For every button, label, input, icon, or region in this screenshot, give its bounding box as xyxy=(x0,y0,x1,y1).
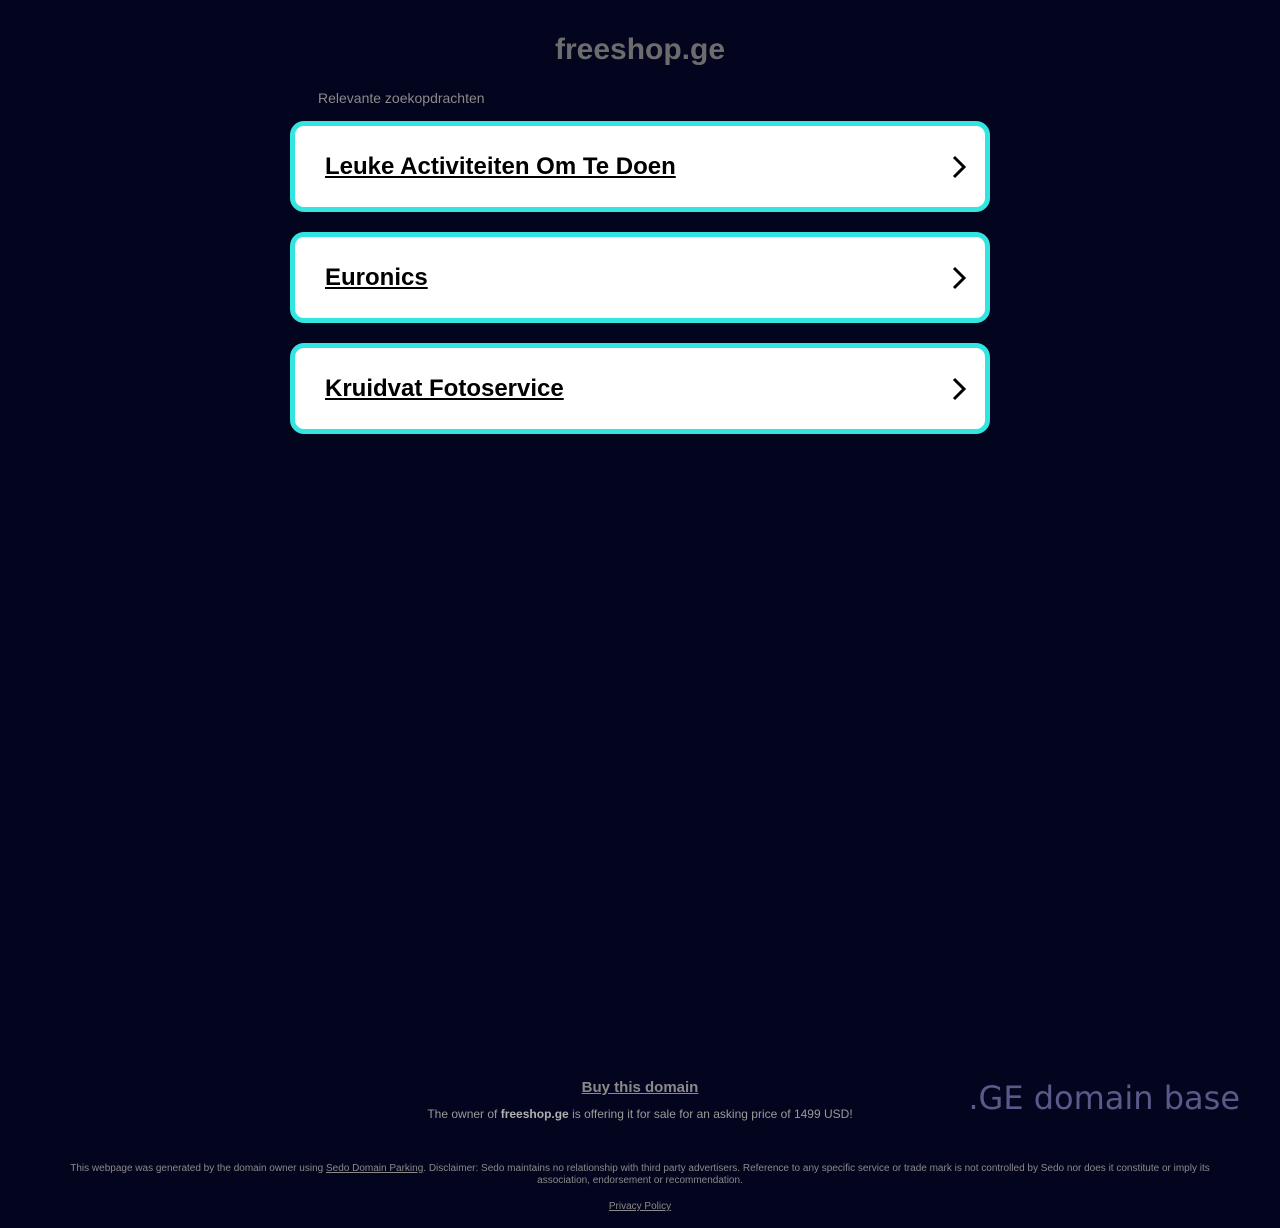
disclaimer-before: This webpage was generated by the domain… xyxy=(70,1163,326,1174)
related-search-item[interactable]: Kruidvat Fotoservice xyxy=(290,343,990,434)
sale-text-after: is offering it for sale for an asking pr… xyxy=(568,1107,853,1121)
disclaimer: This webpage was generated by the domain… xyxy=(60,1163,1220,1187)
chevron-right-icon xyxy=(947,153,971,181)
sale-domain: freeshop.ge xyxy=(500,1107,569,1121)
chevron-right-icon xyxy=(947,375,971,403)
chevron-right-icon xyxy=(947,264,971,292)
sale-text-before: The owner of xyxy=(427,1107,501,1121)
related-search-label[interactable]: Leuke Activiteiten Om Te Doen xyxy=(325,152,676,182)
related-search-item[interactable]: Leuke Activiteiten Om Te Doen xyxy=(290,121,990,212)
privacy-policy-link[interactable]: Privacy Policy xyxy=(0,1201,1280,1213)
disclaimer-after: . Disclaimer: Sedo maintains no relation… xyxy=(423,1163,1210,1186)
related-search-item[interactable]: Euronics xyxy=(290,232,990,323)
sedo-parking-link[interactable]: Sedo Domain Parking xyxy=(326,1163,423,1174)
domain-title: freeshop.ge xyxy=(554,33,726,66)
ge-domain-base-logo: .GE domain base xyxy=(968,1079,1240,1117)
related-searches-label: Relevante zoekopdrachten xyxy=(318,90,485,106)
related-search-label[interactable]: Kruidvat Fotoservice xyxy=(325,374,564,404)
related-search-label[interactable]: Euronics xyxy=(325,263,428,293)
related-searches-list: Leuke Activiteiten Om Te Doen Euronics K… xyxy=(290,121,990,454)
